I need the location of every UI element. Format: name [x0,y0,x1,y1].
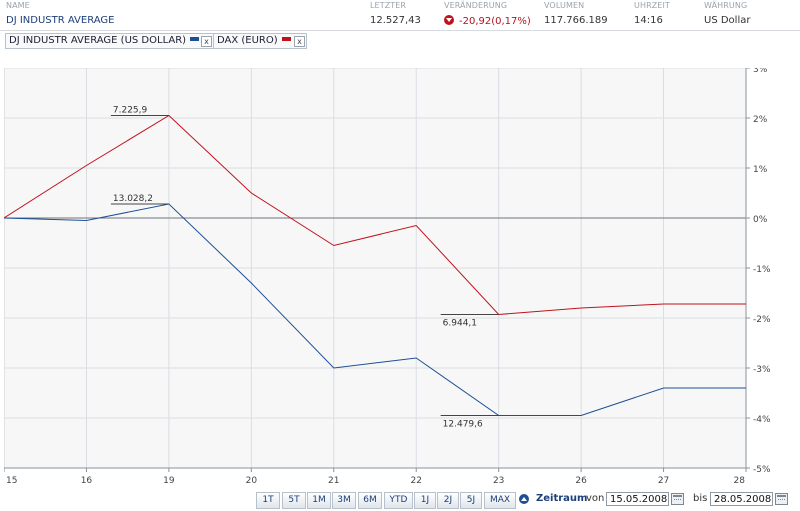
annotation-label: 12.479,6 [443,420,483,430]
period-button-1t[interactable]: 1T [256,492,280,509]
line-chart-svg: 3% 2% 1% 0% -1% -2% -3% -4% -5% 15 16 19 20 21 22 23 26 2… [3,65,771,486]
line-chart: 3% 2% 1% 0% -1% -2% -3% -4% -5% 15 16 19 20 21 22 23 26 2… [3,65,796,488]
x-tick-label: 16 [81,476,93,486]
quote-currency: US Dollar [704,15,751,26]
legend-chip-dax[interactable]: DAX (EURO) x [213,33,307,49]
annotation-label: 13.028,2 [113,194,153,204]
period-button-3m[interactable]: 3M [332,492,356,509]
to-calendar-icon[interactable] [775,493,788,505]
quote-time: 14:16 [634,15,663,26]
y-tick-label: -5% [753,465,771,475]
y-tick-label: 0% [753,215,768,225]
legend-swatch-dax [281,37,291,41]
remove-dax-close-icon[interactable]: x [294,36,305,47]
y-tick-label: -1% [753,265,771,275]
y-tick-label: 1% [753,165,768,175]
period-button-ytd[interactable]: YTD [384,492,413,509]
quote-row: DJ INDUSTR AVERAGE 12.527,43 -20,92(0,17… [0,12,800,31]
label-currency: WÄHRUNG [704,1,748,10]
quote-header-labels: NAME LETZTER VERÄNDERUNG VOLUMEN UHRZEIT… [0,0,800,12]
x-tick-label: 22 [410,476,421,486]
bottom-toolbar: 1T 5T 1M 3M 6M YTD 1J 2J 5J MAX Zeitraum von 15.0… [0,489,800,511]
y-tick-label: 3% [753,68,768,75]
x-tick-label: 23 [493,476,504,486]
label-volume: VOLUMEN [544,1,585,10]
quote-volume: 117.766.189 [544,15,608,26]
range-label: Zeitraum [536,493,588,504]
x-tick-label: 21 [328,476,339,486]
label-time: UHRZEIT [634,1,670,10]
legend-swatch-dj [190,37,200,41]
quote-change: -20,92(0,17%) [444,15,531,27]
x-tick-label: 15 [6,476,17,486]
period-button-1m[interactable]: 1M [307,492,331,509]
x-tick-label: 19 [163,476,175,486]
label-last: LETZTER [370,1,407,10]
label-change: VERÄNDERUNG [444,1,508,10]
x-tick-label: 27 [658,476,669,486]
annotation-label: 6.944,1 [443,319,477,329]
range-toggle-icon[interactable] [519,494,529,504]
y-tick-label: -4% [753,415,771,425]
y-tick-label: -2% [753,315,771,325]
quote-last: 12.527,43 [370,15,421,26]
x-tick-label: 20 [246,476,258,486]
period-button-5j[interactable]: 5J [460,492,482,509]
period-button-5t[interactable]: 5T [282,492,306,509]
from-label: von [586,493,605,504]
quote-name[interactable]: DJ INDUSTR AVERAGE [6,15,115,26]
y-tick-label: 2% [753,115,768,125]
label-name: NAME [6,1,30,10]
change-down-icon [444,15,454,25]
period-button-2j[interactable]: 2J [437,492,459,509]
to-date-input[interactable]: 28.05.2008 [710,492,773,506]
annotation-label: 7.225,9 [113,106,148,116]
remove-dj-close-icon[interactable]: x [201,36,212,47]
legend-label-dax: DAX (EURO) [217,35,278,46]
from-calendar-icon[interactable] [671,493,684,505]
period-button-1j[interactable]: 1J [414,492,436,509]
chart-widget: NAME LETZTER VERÄNDERUNG VOLUMEN UHRZEIT… [0,0,800,511]
period-button-6m[interactable]: 6M [358,492,382,509]
to-label: bis [693,493,708,504]
x-tick-label: 26 [575,476,587,486]
from-date-input[interactable]: 15.05.2008 [606,492,669,506]
y-tick-label: -3% [753,365,771,375]
legend-label-dj: DJ INDUSTR AVERAGE (US DOLLAR) [9,35,187,46]
quote-change-value: -20,92(0,17%) [459,16,531,27]
legend-chip-dj[interactable]: DJ INDUSTR AVERAGE (US DOLLAR) x [5,33,214,49]
period-button-max[interactable]: MAX [484,492,516,509]
x-tick-label: 28 [734,476,746,486]
